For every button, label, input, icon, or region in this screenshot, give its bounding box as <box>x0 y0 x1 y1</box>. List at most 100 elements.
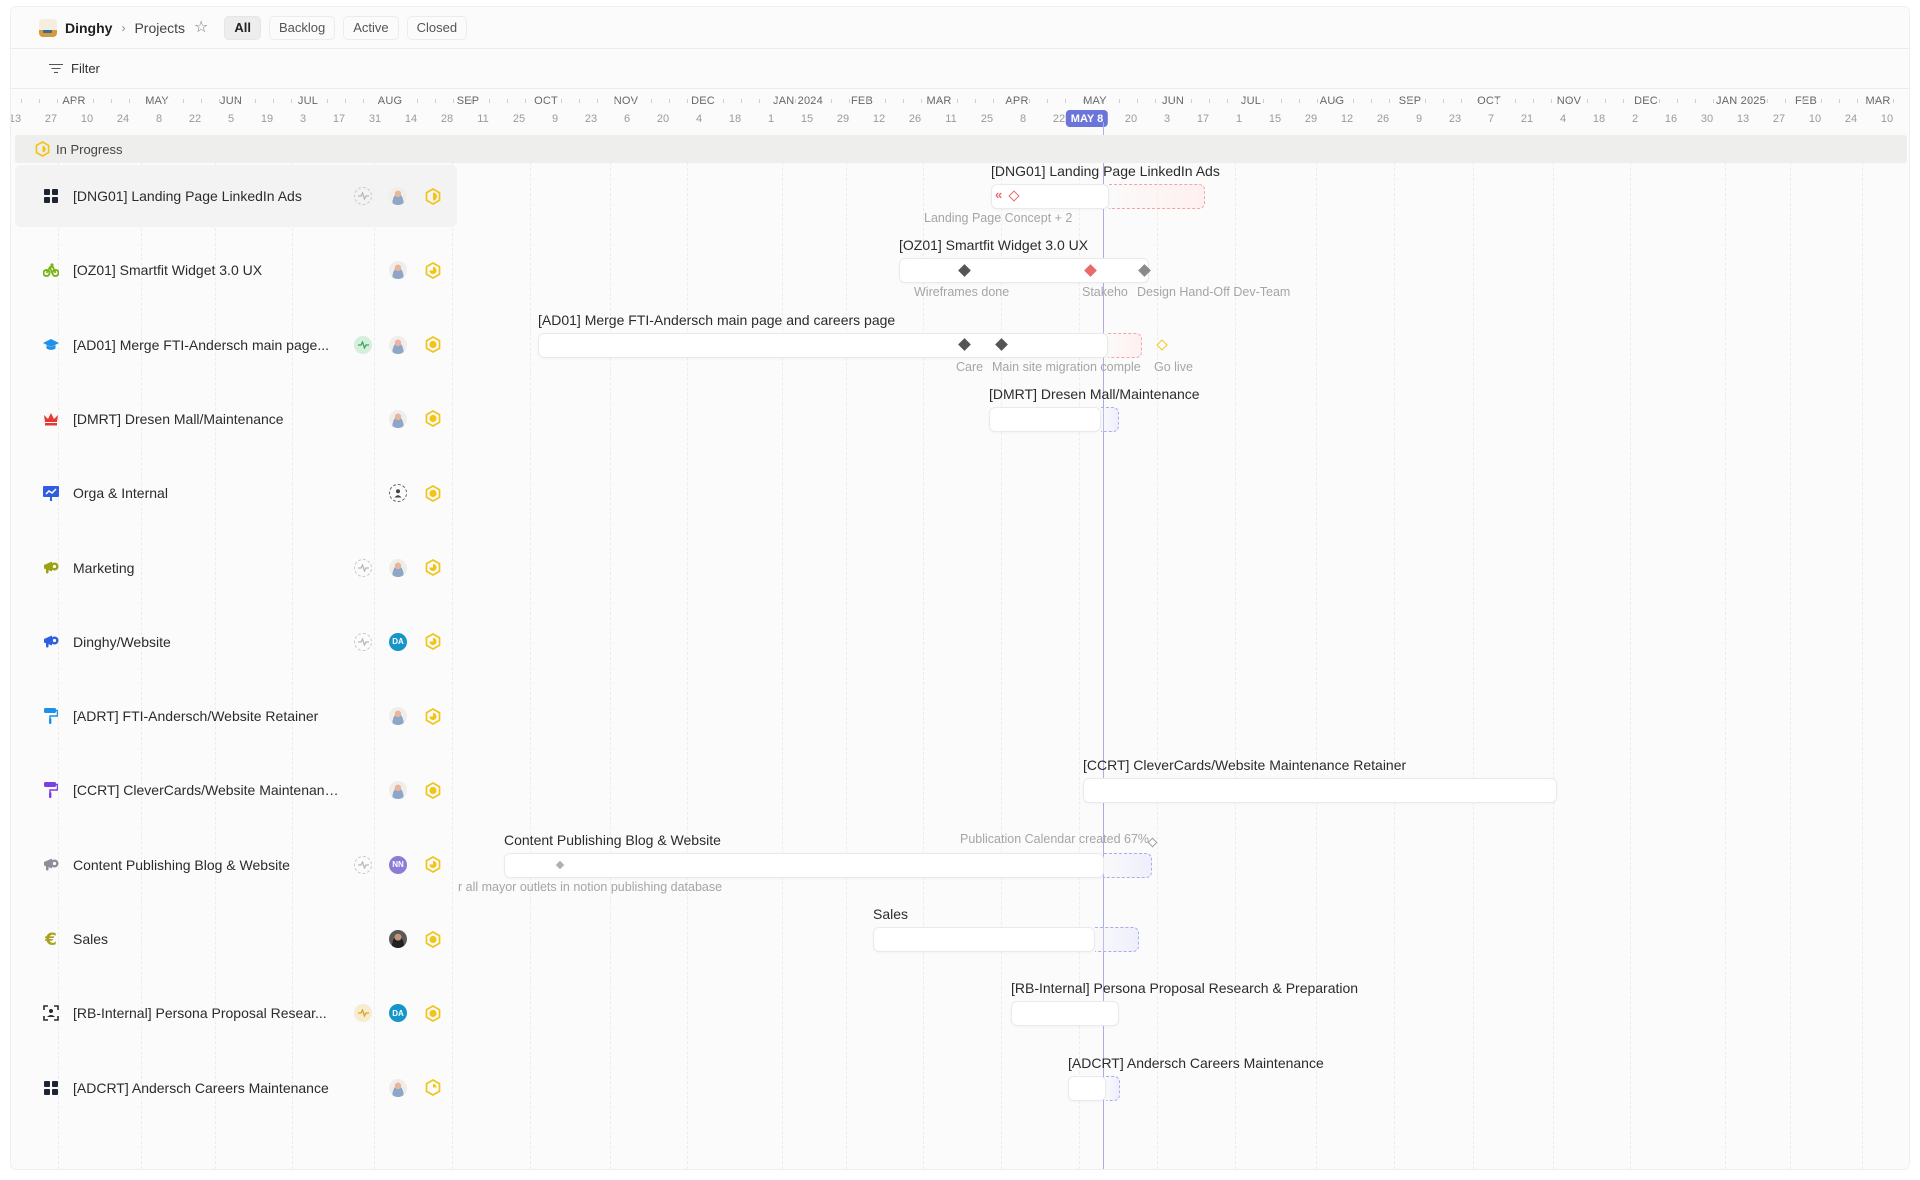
project-health-empty-icon[interactable] <box>354 558 372 577</box>
project-row[interactable]: [CCRT] CleverCards/Website Maintenance R… <box>15 759 457 821</box>
project-health-warn-icon[interactable] <box>354 1004 372 1023</box>
project-title[interactable]: [CCRT] CleverCards/Website Maintenance R… <box>73 782 343 798</box>
gantt-bar[interactable] <box>1068 1075 1106 1101</box>
breadcrumb-workspace[interactable]: Dinghy <box>65 20 112 36</box>
no-lead-icon[interactable] <box>389 484 407 503</box>
lead-avatar[interactable] <box>389 781 407 800</box>
project-title[interactable]: Marketing <box>73 560 343 576</box>
day-label: 24 <box>116 113 130 125</box>
status-in-progress-icon[interactable] <box>425 781 441 799</box>
status-in-progress-icon[interactable] <box>425 484 441 502</box>
timeline-tick <box>1785 99 1786 103</box>
project-title[interactable]: Sales <box>73 931 343 947</box>
project-row[interactable]: Orga & Internal <box>15 462 457 524</box>
day-label: 18 <box>728 113 742 125</box>
lead-avatar[interactable] <box>389 930 407 948</box>
lead-avatar[interactable] <box>389 335 407 354</box>
day-label: 25 <box>512 113 526 125</box>
filter-button[interactable]: Filter <box>49 61 100 76</box>
timeline-tick <box>1299 99 1300 103</box>
tab-closed[interactable]: Closed <box>406 15 468 40</box>
lead-avatar[interactable]: DA <box>389 1004 407 1023</box>
gantt-bar-title[interactable]: Sales <box>873 906 908 922</box>
tab-backlog[interactable]: Backlog <box>269 15 336 40</box>
project-title[interactable]: [DNG01] Landing Page LinkedIn Ads <box>73 188 343 204</box>
timeline-tick <box>165 99 166 103</box>
lead-avatar[interactable] <box>389 409 407 428</box>
month-gridline <box>1235 163 1236 1169</box>
timeline-tick <box>615 99 616 103</box>
status-in-progress-icon[interactable] <box>425 336 441 354</box>
project-title[interactable]: [RB-Internal] Persona Proposal Resear... <box>73 1005 343 1021</box>
gantt-bar-title[interactable]: [ADCRT] Andersch Careers Maintenance <box>1068 1055 1324 1071</box>
lead-avatar[interactable]: NN <box>389 855 407 874</box>
timeline-tick <box>1353 99 1354 103</box>
project-title[interactable]: [ADRT] FTI-Andersch/Website Retainer <box>73 708 343 724</box>
gantt-bar[interactable] <box>1083 778 1557 804</box>
project-row[interactable]: [DMRT] Dresen Mall/Maintenance <box>15 388 457 450</box>
status-in-progress-icon[interactable] <box>425 1079 441 1097</box>
status-in-progress-icon[interactable] <box>425 261 441 279</box>
gantt-bar[interactable] <box>538 332 1108 358</box>
project-row[interactable]: [DNG01] Landing Page LinkedIn Ads <box>15 165 457 227</box>
timeline-tick <box>885 99 886 103</box>
lead-avatar[interactable] <box>389 558 407 577</box>
status-in-progress-icon[interactable] <box>425 187 441 205</box>
project-row[interactable]: [ADCRT] Andersch Careers Maintenance <box>15 1057 457 1119</box>
breadcrumb-projects[interactable]: Projects <box>134 20 185 36</box>
status-in-progress-icon[interactable] <box>425 856 441 874</box>
project-row[interactable]: Marketing <box>15 537 457 599</box>
gantt-bar-title[interactable]: Content Publishing Blog & Website <box>504 832 721 848</box>
project-row[interactable]: [ADRT] FTI-Andersch/Website Retainer <box>15 685 457 747</box>
lead-avatar[interactable] <box>389 1078 407 1097</box>
project-title[interactable]: [ADCRT] Andersch Careers Maintenance <box>73 1080 343 1096</box>
status-in-progress-icon[interactable] <box>425 1004 441 1022</box>
lead-avatar[interactable]: DA <box>389 632 407 651</box>
status-in-progress-icon[interactable] <box>425 930 441 948</box>
lead-avatar[interactable] <box>389 261 407 280</box>
gantt-bar-title[interactable]: [OZ01] Smartfit Widget 3.0 UX <box>899 237 1088 253</box>
month-gridline <box>1553 163 1554 1169</box>
project-title[interactable]: Orga & Internal <box>73 485 343 501</box>
lead-avatar[interactable] <box>389 187 407 205</box>
status-in-progress-icon[interactable] <box>425 633 441 651</box>
project-health-good-icon[interactable] <box>354 335 372 354</box>
project-row[interactable]: € Sales <box>15 908 457 970</box>
gantt-bar-title[interactable]: [AD01] Merge FTI-Andersch main page and … <box>538 312 895 328</box>
gantt-bar[interactable] <box>899 258 1149 284</box>
tab-all[interactable]: All <box>224 15 261 40</box>
lead-avatar[interactable] <box>389 707 407 726</box>
project-health-empty-icon[interactable] <box>354 632 372 651</box>
project-title[interactable]: [OZ01] Smartfit Widget 3.0 UX <box>73 262 343 278</box>
gantt-bar[interactable] <box>989 406 1101 432</box>
milestone-label: Main site migration comple <box>992 359 1141 374</box>
timeline-tick <box>363 99 364 103</box>
megaphone-icon <box>43 560 59 576</box>
gantt-bar-title[interactable]: [RB-Internal] Persona Proposal Research … <box>1011 980 1358 996</box>
gantt-bar[interactable] <box>1011 1001 1119 1027</box>
status-in-progress-icon[interactable] <box>425 410 441 428</box>
milestone-diamond-icon[interactable] <box>1156 338 1168 351</box>
gantt-bar-title[interactable]: [DNG01] Landing Page LinkedIn Ads <box>991 163 1220 179</box>
gantt-bar-title[interactable]: [DMRT] Dresen Mall/Maintenance <box>989 386 1200 402</box>
project-title[interactable]: [AD01] Merge FTI-Andersch main page... <box>73 337 343 353</box>
tab-active[interactable]: Active <box>343 15 399 40</box>
status-in-progress-icon[interactable] <box>425 707 441 725</box>
project-title[interactable]: Content Publishing Blog & Website <box>73 857 343 873</box>
project-row[interactable]: Dinghy/Website DA <box>15 611 457 673</box>
project-row[interactable]: Content Publishing Blog & Website NN <box>15 834 457 896</box>
project-row[interactable]: [AD01] Merge FTI-Andersch main page... <box>15 314 457 376</box>
workspace-logo[interactable] <box>39 18 57 37</box>
gantt-bar[interactable] <box>873 927 1095 952</box>
status-in-progress-icon[interactable] <box>425 559 441 576</box>
gantt-bar-title[interactable]: [CCRT] CleverCards/Website Maintenance R… <box>1083 757 1406 773</box>
project-title[interactable]: Dinghy/Website <box>73 634 343 650</box>
project-health-empty-icon[interactable] <box>354 855 372 874</box>
group-header-in-progress[interactable]: In Progress <box>15 135 1907 163</box>
gantt-bar[interactable] <box>504 852 1104 878</box>
project-health-empty-icon[interactable] <box>354 187 372 205</box>
star-icon[interactable]: ☆ <box>194 19 208 36</box>
project-row[interactable]: [OZ01] Smartfit Widget 3.0 UX <box>15 239 457 301</box>
project-row[interactable]: [RB-Internal] Persona Proposal Resear...… <box>15 982 457 1044</box>
project-title[interactable]: [DMRT] Dresen Mall/Maintenance <box>73 411 343 427</box>
